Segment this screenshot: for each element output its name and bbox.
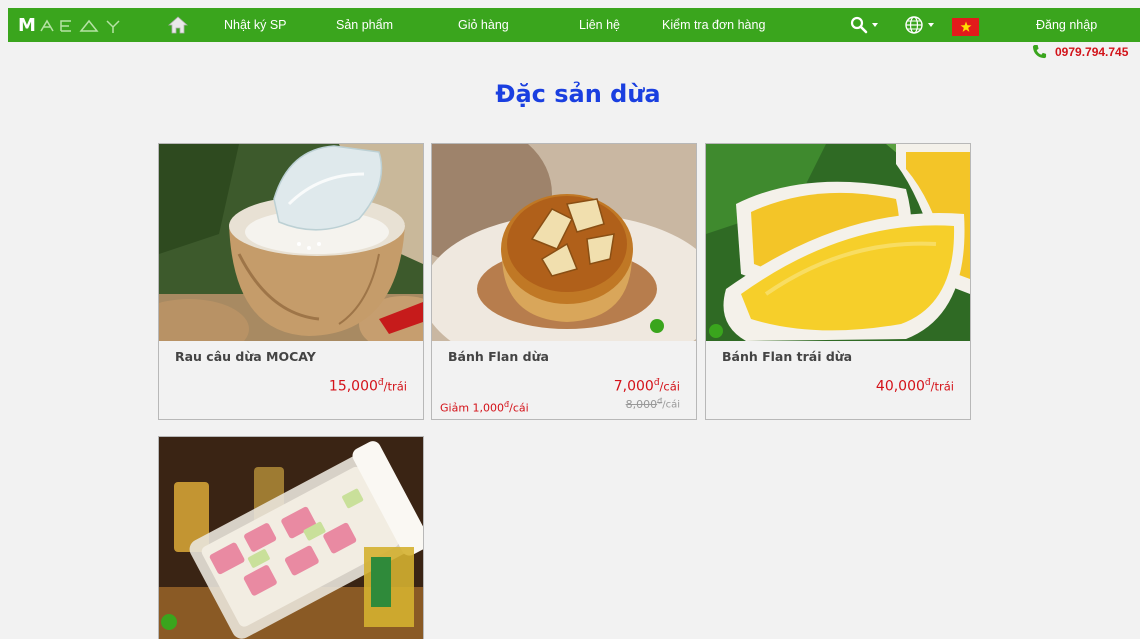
product-card[interactable]: Bánh Flan trái dừa 40,000đ/trái — [705, 143, 971, 420]
price-unit: /cái — [659, 379, 680, 394]
price-value: 15,000 — [328, 378, 378, 395]
search-dropdown[interactable] — [850, 8, 878, 42]
product-card[interactable] — [158, 436, 424, 639]
price-value: 40,000 — [875, 378, 925, 395]
product-image[interactable] — [159, 144, 423, 341]
home-icon — [168, 16, 188, 34]
search-icon — [850, 16, 868, 34]
nav-item-products[interactable]: Sản phẩm — [336, 8, 393, 42]
coconut-flan-image — [432, 144, 696, 341]
page: M Nhật ký SP Sản phẩm Giỏ hàng Liên hệ K… — [0, 0, 1140, 639]
home-button[interactable] — [166, 13, 190, 37]
discount-unit: /cái — [509, 401, 529, 415]
language-dropdown[interactable] — [904, 8, 934, 42]
logo-mark-icon — [40, 19, 120, 33]
nav-item-contact[interactable]: Liên hệ — [579, 8, 620, 42]
discount-value: 1,000 — [472, 401, 505, 415]
old-price-unit: /cái — [662, 399, 680, 411]
product-name[interactable]: Rau câu dừa MOCAY — [175, 349, 316, 364]
product-image[interactable] — [706, 144, 970, 341]
hotline[interactable]: 0979.794.745 — [1032, 44, 1128, 59]
phone-number: 0979.794.745 — [1055, 44, 1129, 59]
globe-icon — [905, 16, 923, 34]
product-card[interactable]: Rau câu dừa MOCAY 15,000đ/trái — [158, 143, 424, 420]
star-icon — [960, 21, 971, 32]
price-unit: /trái — [930, 379, 954, 394]
nav-item-order-check[interactable]: Kiểm tra đơn hàng — [662, 8, 765, 42]
phone-icon — [1032, 44, 1047, 59]
page-title: Đặc sản dừa — [495, 80, 661, 108]
product-price: 40,000đ/trái — [876, 378, 954, 395]
product-price: 7,000đ/cái — [614, 378, 680, 395]
top-navbar: M Nhật ký SP Sản phẩm Giỏ hàng Liên hệ K… — [8, 8, 1140, 42]
logo-letter: M — [18, 14, 36, 36]
product-name[interactable]: Bánh Flan trái dừa — [722, 349, 852, 364]
old-price: 8,000đ/cái — [626, 396, 680, 411]
price-unit: /trái — [383, 379, 407, 394]
product-image[interactable] — [159, 437, 423, 639]
price-value: 7,000 — [613, 378, 654, 395]
chevron-down-icon — [928, 23, 934, 27]
nav-item-cart[interactable]: Giỏ hàng — [458, 8, 509, 42]
coconut-jelly-image — [159, 144, 423, 341]
brand-logo[interactable]: M — [8, 8, 148, 42]
product-price: 15,000đ/trái — [329, 378, 407, 395]
vietnam-flag-icon[interactable] — [952, 18, 979, 36]
coconut-shell-flan-image — [706, 144, 970, 341]
discount-prefix: Giảm — [440, 401, 470, 415]
chevron-down-icon — [872, 23, 878, 27]
discount-label: Giảm 1,000đ/cái — [440, 400, 529, 415]
product-image[interactable] — [432, 144, 696, 341]
coconut-jam-jar-image — [159, 437, 423, 639]
login-link[interactable]: Đăng nhập — [1036, 8, 1097, 42]
nav-item-product-diary[interactable]: Nhật ký SP — [224, 8, 287, 42]
old-price-value: 8,000 — [625, 397, 658, 411]
product-card[interactable]: Bánh Flan dừa 7,000đ/cái Giảm 1,000đ/cái… — [431, 143, 697, 420]
product-name[interactable]: Bánh Flan dừa — [448, 349, 549, 364]
